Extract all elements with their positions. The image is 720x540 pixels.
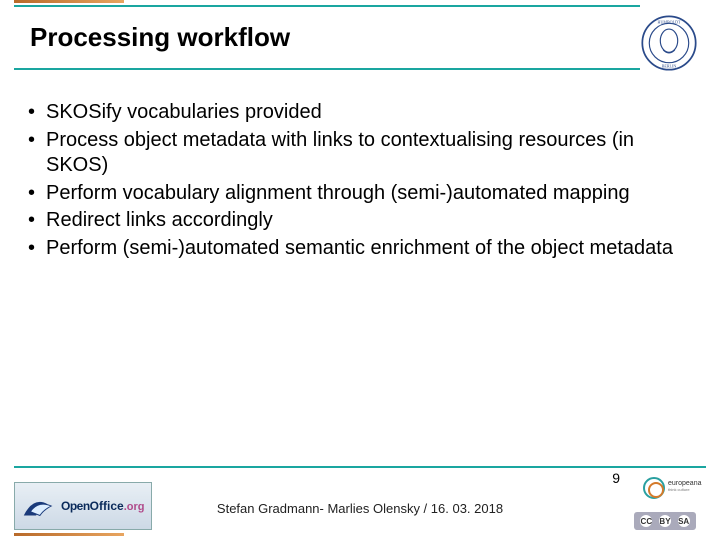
top-decoration (0, 0, 720, 12)
slide-title: Processing workflow (30, 22, 290, 53)
svg-text:BERLIN: BERLIN (662, 63, 677, 68)
svg-text:HUMBOLDT: HUMBOLDT (658, 19, 681, 24)
cc-cc-icon: CC (640, 515, 652, 527)
hu-berlin-seal-icon: HUMBOLDT BERLIN (640, 14, 698, 72)
list-item: Perform (semi-)automated semantic enrich… (28, 236, 680, 262)
cc-license-badge-icon: CC BY SA (634, 512, 696, 530)
list-item: Perform vocabulary alignment through (se… (28, 181, 680, 207)
bottom-accent-stripe (14, 533, 124, 536)
list-item: SKOSify vocabularies provided (28, 100, 680, 126)
bullet-list: SKOSify vocabularies provided Process ob… (28, 100, 680, 264)
cc-by-icon: BY (659, 515, 671, 527)
cc-sa-icon: SA (678, 515, 690, 527)
europeana-subtext: think culture (668, 488, 690, 492)
europeana-icon (643, 477, 665, 499)
footer-rule (14, 466, 706, 468)
europeana-logo: europeana think culture (640, 476, 696, 504)
list-item: Redirect links accordingly (28, 208, 680, 234)
europeana-text: europeana (668, 480, 701, 487)
title-underline (14, 68, 640, 70)
top-rule (14, 5, 640, 7)
list-item: Process object metadata with links to co… (28, 128, 680, 179)
top-accent-stripe (14, 0, 124, 3)
page-number: 9 (612, 470, 620, 486)
footer-author-line: Stefan Gradmann- Marlies Olensky / 16. 0… (0, 501, 720, 516)
